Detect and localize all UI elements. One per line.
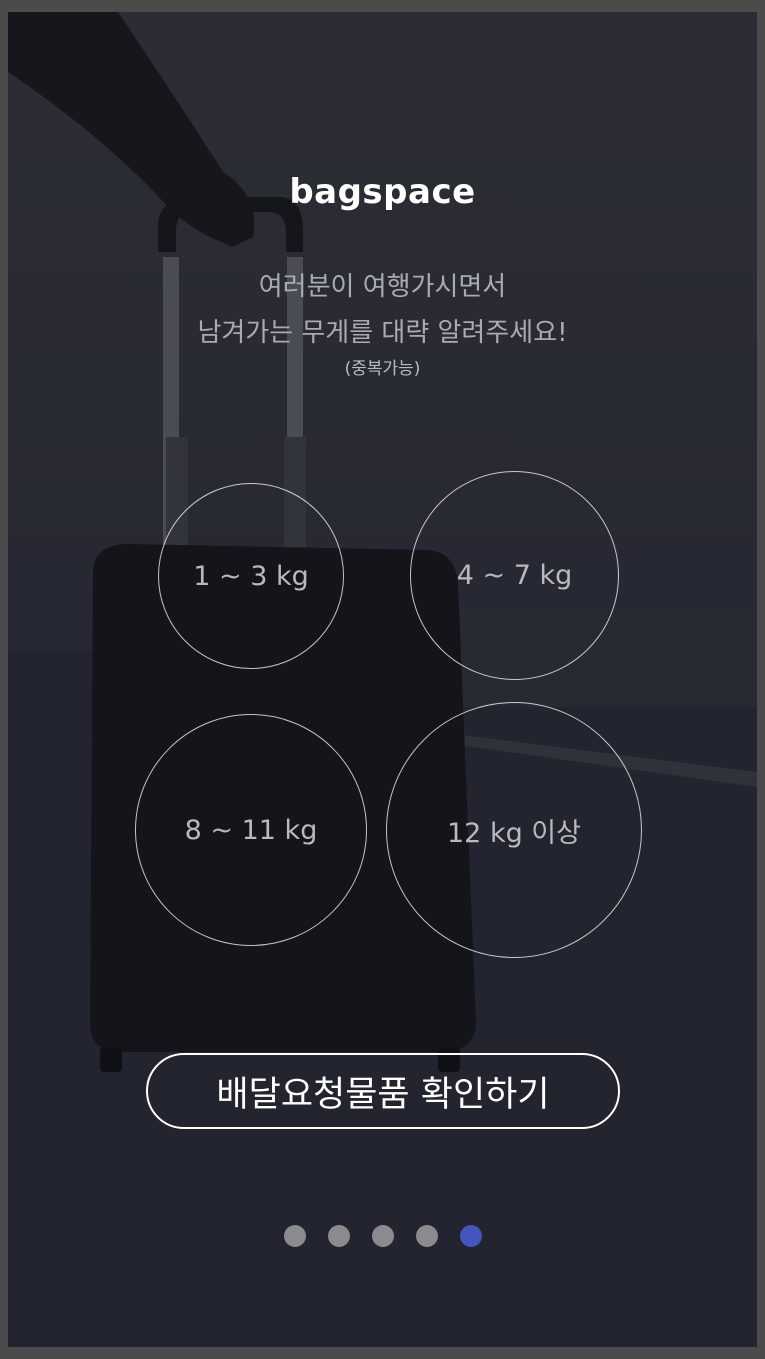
intro-text: 여러분이 여행가시면서 남겨가는 무게를 대략 알려주세요! (중복가능): [8, 264, 757, 382]
app-screen: bagspace 여러분이 여행가시면서 남겨가는 무게를 대략 알려주세요! …: [0, 0, 765, 1359]
weight-option-1-3kg[interactable]: 1 ~ 3 kg: [158, 483, 344, 669]
page-dot-1[interactable]: [283, 1225, 306, 1247]
weight-option-label: 8 ~ 11 kg: [184, 814, 318, 846]
weight-option-label: 12 kg 이상: [447, 817, 581, 849]
intro-line-2: 남겨가는 무게를 대략 알려주세요!: [197, 318, 568, 348]
page-dot-5-active[interactable]: [459, 1225, 482, 1247]
confirm-delivery-items-button[interactable]: 배달요청물품 확인하기: [146, 1053, 620, 1129]
weight-option-label: 4 ~ 7 kg: [456, 560, 573, 591]
app-logo: bagspace: [289, 172, 476, 212]
page-dot-4[interactable]: [415, 1225, 438, 1247]
weight-option-12kg-plus[interactable]: 12 kg 이상: [386, 702, 642, 958]
background-image: [8, 12, 757, 1347]
weight-option-8-11kg[interactable]: 8 ~ 11 kg: [135, 714, 367, 946]
intro-line-1: 여러분이 여행가시면서: [258, 272, 507, 302]
page-dot-3[interactable]: [371, 1225, 394, 1247]
page-indicator: [0, 1225, 765, 1247]
weight-option-label: 1 ~ 3 kg: [193, 560, 309, 592]
duplicate-allowed-note: (중복가능): [344, 359, 421, 379]
page-dot-2[interactable]: [327, 1225, 350, 1247]
weight-option-4-7kg[interactable]: 4 ~ 7 kg: [410, 471, 619, 680]
